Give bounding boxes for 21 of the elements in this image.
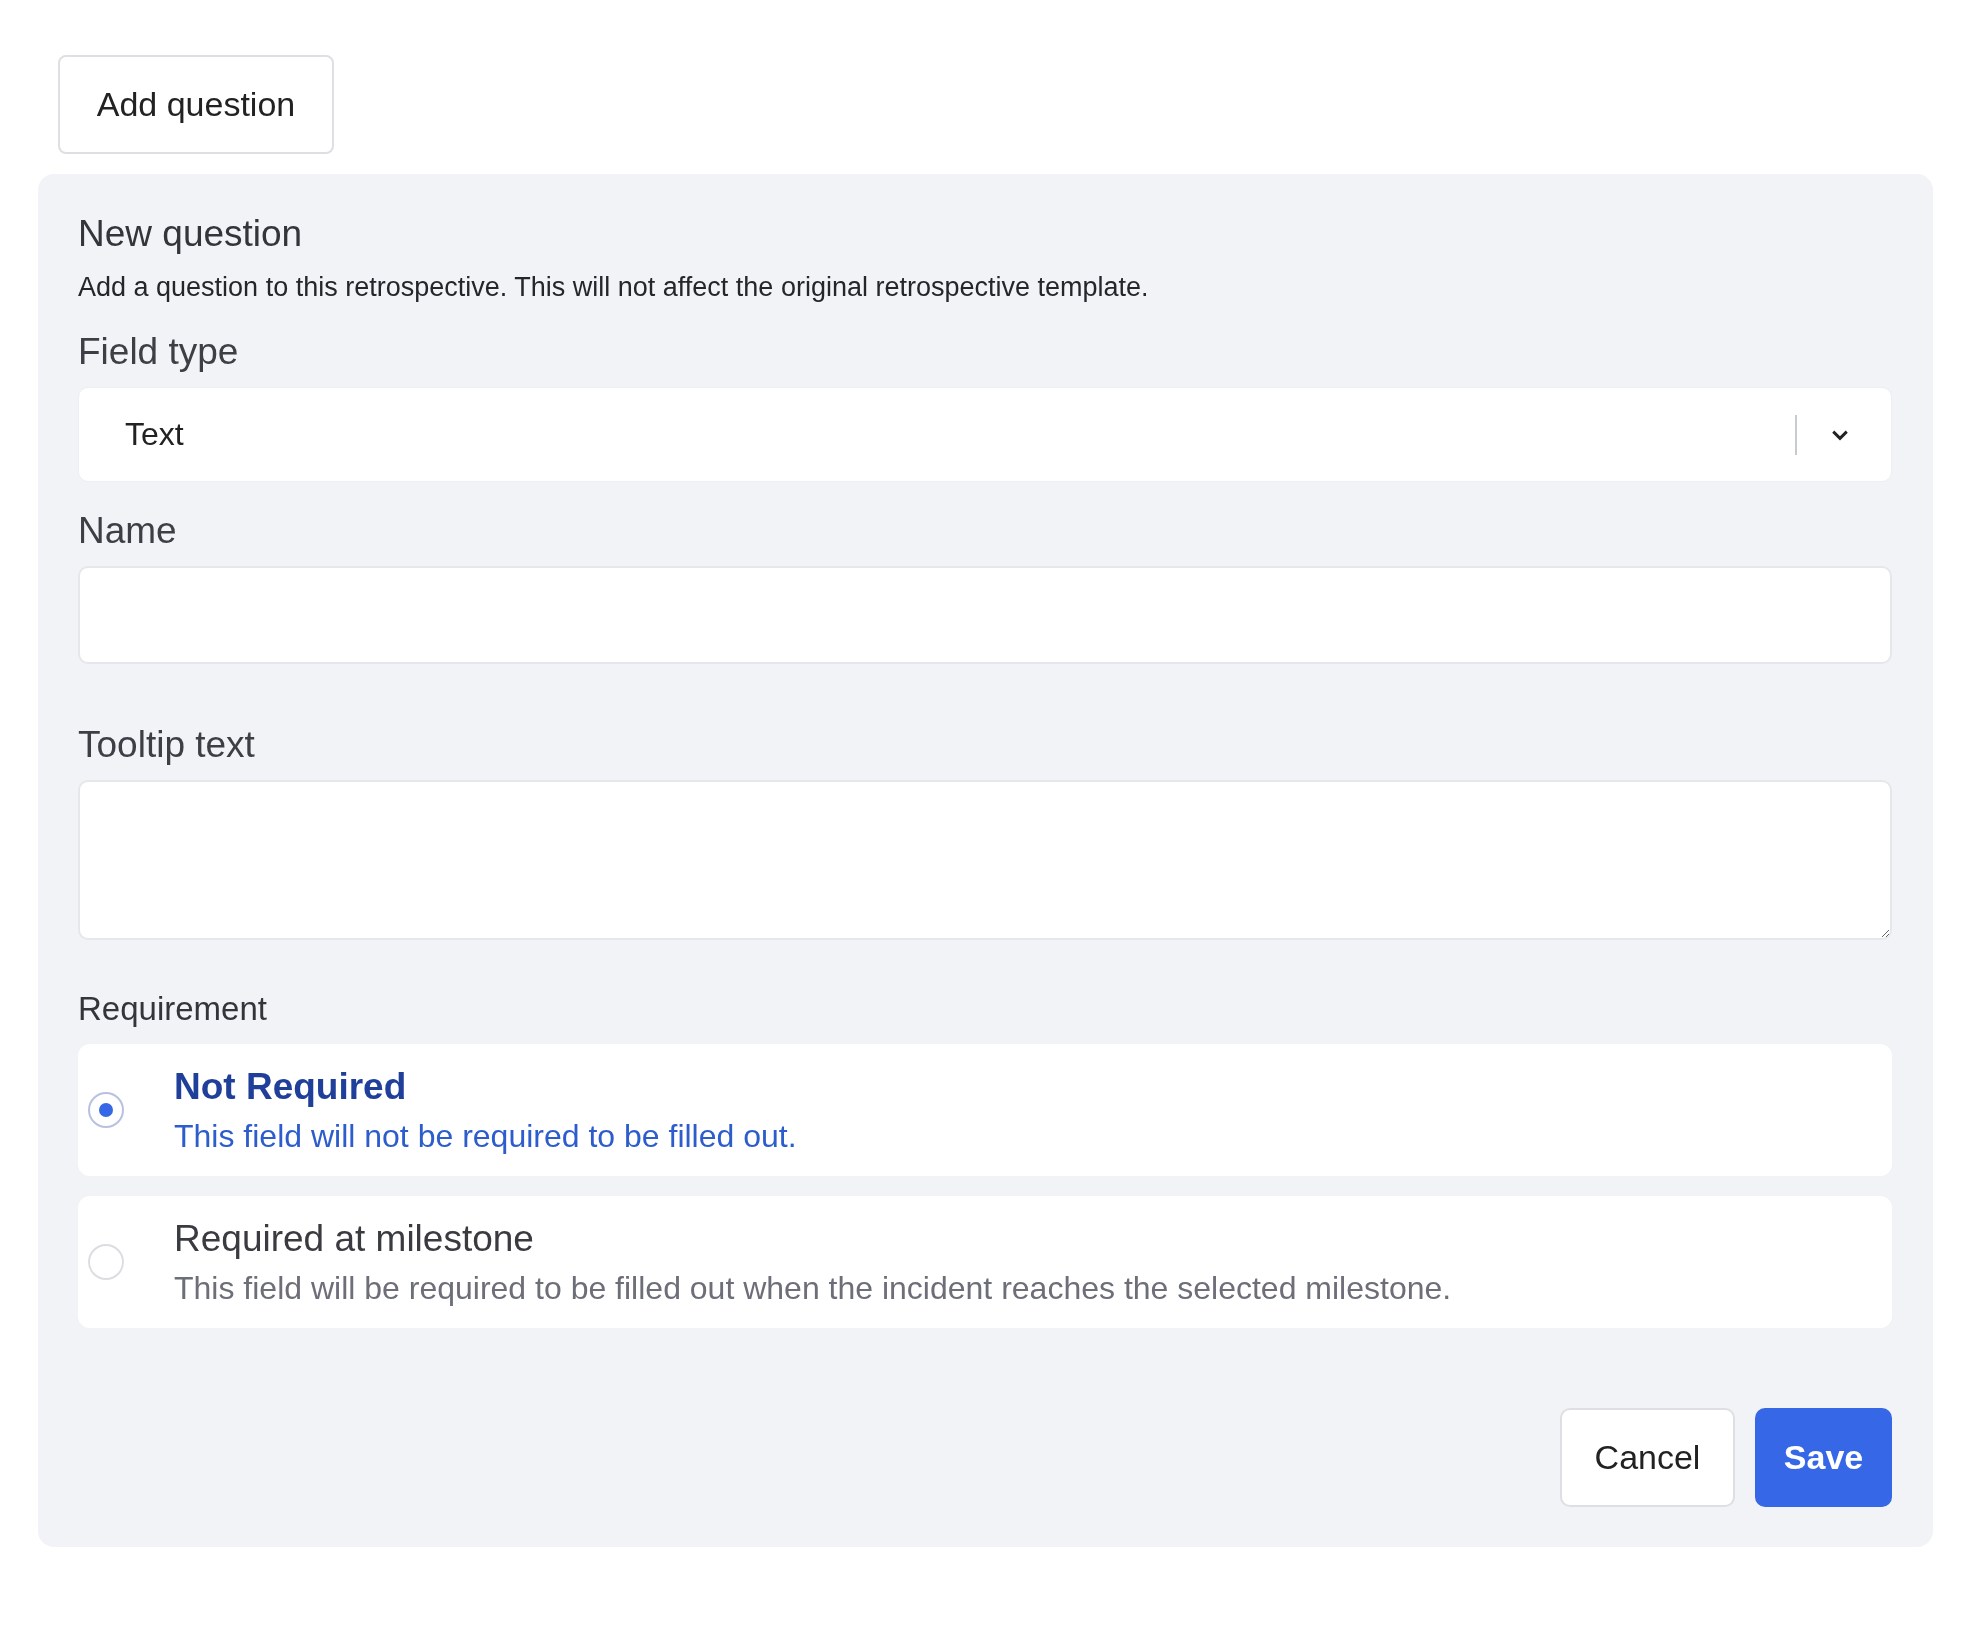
field-label: Tooltip text [78, 724, 256, 766]
option-description: This field will not be required to be filled out. [174, 1117, 797, 1155]
tooltip-textarea[interactable] [78, 780, 1892, 940]
form-description: Add a question to this retrospective. This will not affect the original retrospective template. [78, 272, 1150, 303]
chevron-down-icon [1831, 428, 1849, 441]
field-label: Name [78, 510, 178, 552]
option-title: Not Required [174, 1065, 408, 1108]
field-label: Field type [78, 331, 240, 373]
save-button[interactable]: Save [1755, 1408, 1892, 1507]
option-title: Required at milestone [174, 1217, 535, 1260]
requirement-option[interactable]: Required at milestone This field will be required to be filled out when the incident reaches the selected milestone. [78, 1196, 1892, 1328]
option-description: This field will be required to be filled out when the incident reaches the selected milestone. [174, 1269, 1452, 1307]
field-type-select[interactable]: Text [78, 387, 1892, 482]
form-title: New question [78, 212, 304, 256]
radio-button[interactable] [88, 1244, 124, 1280]
cancel-button[interactable]: Cancel [1560, 1408, 1735, 1507]
add-question-button[interactable]: Add question [58, 55, 334, 154]
name-input[interactable] [78, 566, 1892, 664]
radio-button[interactable] [88, 1092, 124, 1128]
requirement-label: Requirement [78, 990, 268, 1028]
requirement-option[interactable]: Not Required This field will not be required to be filled out. [78, 1044, 1892, 1176]
